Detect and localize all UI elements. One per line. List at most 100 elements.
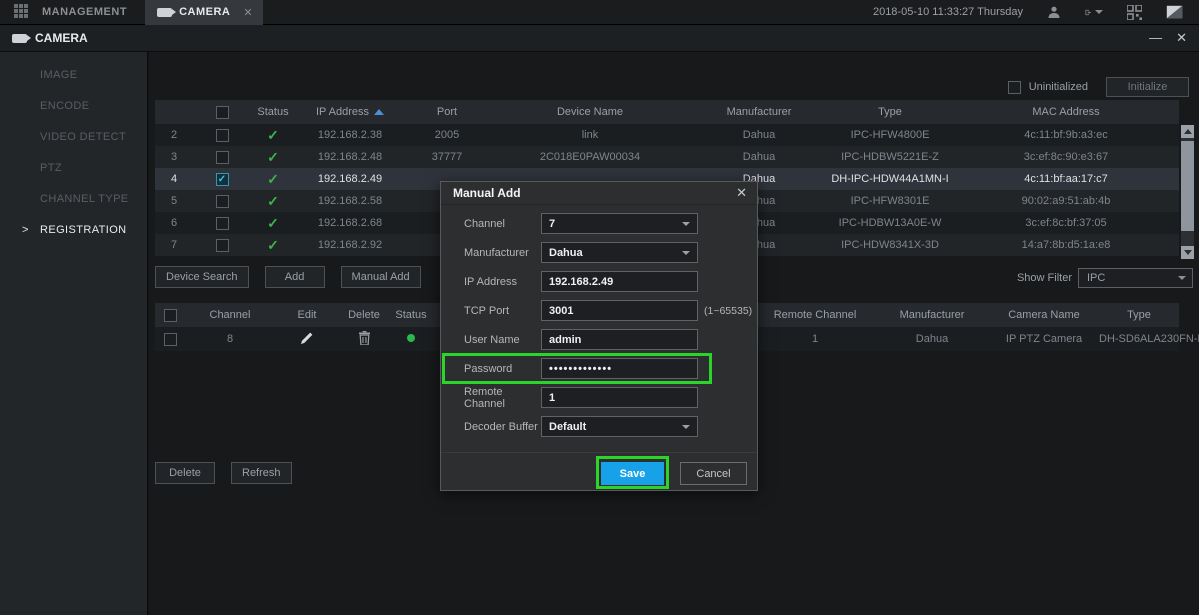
manual-add-dialog: Manual Add ✕ Channel 7 Manufacturer Dahu… bbox=[440, 181, 758, 491]
manufacturer-select[interactable]: Dahua bbox=[541, 242, 698, 263]
row-number: 5 bbox=[155, 195, 193, 207]
chevron-down-icon bbox=[682, 222, 690, 226]
row-number: 2 bbox=[155, 129, 193, 141]
device-table-header: Status IP Address Port Device Name Manuf… bbox=[155, 100, 1179, 124]
select-all-checkbox[interactable] bbox=[216, 106, 229, 119]
status-ok-check-icon: ✓ bbox=[267, 171, 279, 187]
refresh-button[interactable]: Refresh bbox=[231, 462, 292, 484]
channel-select[interactable]: 7 bbox=[541, 213, 698, 234]
tab-close-icon[interactable]: ✕ bbox=[243, 6, 253, 19]
ip-address-label: IP Address bbox=[464, 276, 541, 288]
add-button[interactable]: Add bbox=[265, 266, 325, 288]
apps-grid-icon[interactable] bbox=[14, 4, 30, 20]
chevron-down-icon bbox=[682, 251, 690, 255]
row-checkbox[interactable]: ✓ bbox=[216, 173, 229, 186]
password-field[interactable] bbox=[541, 358, 698, 379]
cell-ip-address: 192.168.2.68 bbox=[295, 217, 405, 229]
initialize-button[interactable]: Initialize bbox=[1106, 77, 1189, 97]
scrollbar-thumb[interactable] bbox=[1181, 141, 1194, 231]
sidebar-item-image[interactable]: IMAGE bbox=[0, 60, 147, 91]
uninitialized-checkbox[interactable] bbox=[1008, 81, 1021, 94]
col-remote-channel: Remote Channel bbox=[755, 309, 875, 321]
sidebar-item-channel-type[interactable]: CHANNEL TYPE bbox=[0, 184, 147, 215]
user-name-label: User Name bbox=[464, 334, 541, 346]
sidebar: IMAGE ENCODE VIDEO DETECT PTZ CHANNEL TYPE>R… bbox=[0, 52, 148, 615]
decoder-buffer-select[interactable]: Default bbox=[541, 416, 698, 437]
tcp-port-range-hint: (1~65535) bbox=[704, 305, 752, 317]
cell-ip-address: 192.168.2.48 bbox=[295, 151, 405, 163]
logout-icon[interactable] bbox=[1085, 4, 1103, 20]
cell-ip-address: 192.168.2.58 bbox=[295, 195, 405, 207]
col-camera-name: Camera Name bbox=[989, 309, 1099, 321]
sidebar-item-encode[interactable]: ENCODE bbox=[0, 91, 147, 122]
device-table-row[interactable]: 3✓192.168.2.48377772C018E0PAW00034DahuaI… bbox=[155, 146, 1179, 168]
scroll-down-icon[interactable] bbox=[1181, 246, 1194, 259]
cell-manufacturer: Dahua bbox=[691, 129, 827, 141]
row-checkbox[interactable] bbox=[216, 151, 229, 164]
show-filter-select[interactable]: IPC bbox=[1078, 268, 1193, 288]
cell-channel: 8 bbox=[185, 333, 275, 345]
tab-management[interactable]: MANAGEMENT bbox=[30, 0, 145, 25]
remote-channel-field[interactable] bbox=[541, 387, 698, 408]
status-cell: ✓ bbox=[251, 193, 295, 210]
col-ip-address[interactable]: IP Address bbox=[295, 106, 405, 118]
sidebar-item-label: PTZ bbox=[40, 162, 62, 174]
cell-manufacturer: Dahua bbox=[875, 333, 989, 345]
sidebar-item-video-detect[interactable]: VIDEO DETECT bbox=[0, 122, 147, 153]
save-button[interactable]: Save bbox=[601, 462, 664, 485]
user-icon[interactable] bbox=[1045, 4, 1063, 20]
cell-device-name: 2C018E0PAW00034 bbox=[489, 151, 691, 163]
cell-mac-address: 3c:ef:8c:bf:37:05 bbox=[953, 217, 1179, 229]
cell-mac-address: 14:a7:8b:d5:1a:e8 bbox=[953, 239, 1179, 251]
cell-type: IPC-HFW4800E bbox=[827, 129, 953, 141]
sidebar-item-label: ENCODE bbox=[40, 100, 89, 112]
chevron-down-icon bbox=[682, 425, 690, 429]
delete-button[interactable]: Delete bbox=[155, 462, 215, 484]
sidebar-item-registration[interactable]: >REGISTRATION bbox=[0, 215, 147, 246]
status-cell: ✓ bbox=[251, 149, 295, 166]
row-checkbox[interactable] bbox=[216, 195, 229, 208]
logout-caret-icon bbox=[1095, 10, 1103, 14]
tcp-port-field[interactable] bbox=[541, 300, 698, 321]
dialog-close-icon[interactable]: ✕ bbox=[736, 185, 747, 201]
cell-type: DH-SD6ALA230FN-HNI bbox=[1099, 333, 1179, 345]
status-cell: ✓ bbox=[251, 127, 295, 144]
chevron-down-icon bbox=[1178, 276, 1186, 280]
vertical-scrollbar[interactable] bbox=[1181, 125, 1194, 259]
panel-header: CAMERA — ✕ bbox=[0, 25, 1199, 52]
manual-add-button[interactable]: Manual Add bbox=[341, 266, 421, 288]
select-all-added-checkbox[interactable] bbox=[164, 309, 177, 322]
col-device-name: Device Name bbox=[489, 106, 691, 118]
tab-camera[interactable]: CAMERA ✕ bbox=[145, 0, 263, 25]
ip-address-field[interactable] bbox=[541, 271, 698, 292]
password-label: Password bbox=[464, 363, 541, 375]
delete-trash-icon[interactable] bbox=[358, 331, 371, 345]
row-checkbox[interactable] bbox=[164, 333, 177, 346]
qr-code-icon[interactable] bbox=[1125, 4, 1143, 20]
col-channel: Channel bbox=[185, 309, 275, 321]
scroll-up-icon[interactable] bbox=[1181, 125, 1194, 138]
camera-icon bbox=[157, 8, 172, 17]
row-number: 4 bbox=[155, 173, 193, 185]
cell-type: IPC-HFW8301E bbox=[827, 195, 953, 207]
col-port: Port bbox=[405, 106, 489, 118]
cell-manufacturer: Dahua bbox=[691, 151, 827, 163]
close-icon[interactable]: ✕ bbox=[1176, 30, 1187, 46]
device-table-row[interactable]: 2✓192.168.2.382005linkDahuaIPC-HFW4800E4… bbox=[155, 124, 1179, 146]
sidebar-item-label: REGISTRATION bbox=[40, 224, 127, 236]
row-checkbox[interactable] bbox=[216, 217, 229, 230]
user-name-field[interactable] bbox=[541, 329, 698, 350]
device-search-button[interactable]: Device Search bbox=[155, 266, 249, 288]
col-mac-address: MAC Address bbox=[953, 106, 1179, 118]
cell-port: 37777 bbox=[405, 151, 489, 163]
cancel-button[interactable]: Cancel bbox=[680, 462, 747, 485]
dialog-titlebar: Manual Add ✕ bbox=[441, 182, 757, 205]
sidebar-item-ptz[interactable]: PTZ bbox=[0, 153, 147, 184]
edit-pencil-icon[interactable] bbox=[300, 331, 314, 345]
tab-camera-label: CAMERA bbox=[179, 6, 230, 18]
display-output-icon[interactable] bbox=[1165, 4, 1183, 20]
minimize-icon[interactable]: — bbox=[1149, 30, 1162, 46]
cell-mac-address: 4c:11:bf:aa:17:c7 bbox=[953, 173, 1179, 185]
row-checkbox[interactable] bbox=[216, 239, 229, 252]
row-checkbox[interactable] bbox=[216, 129, 229, 142]
